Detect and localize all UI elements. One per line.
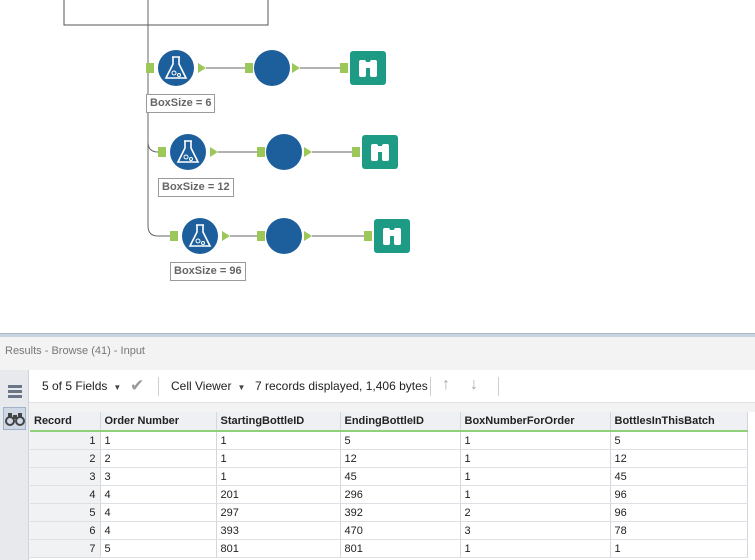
workflow-canvas[interactable]: BoxSize = 6 BoxSize = 12 BoxSize = 96 [0, 0, 755, 333]
tool-node [266, 218, 302, 254]
column-header-ending-bottle-id[interactable]: EndingBottleID [340, 412, 461, 432]
container-box [63, 0, 269, 26]
table-cell[interactable]: 1 [460, 431, 611, 450]
table-row[interactable]: 2 2 1 12 1 12 [30, 449, 748, 468]
output-anchor [198, 63, 206, 73]
table-row[interactable]: 4 4 201 296 1 96 [30, 485, 748, 504]
table-row[interactable]: 5 4 297 392 2 96 [30, 503, 748, 522]
table-cell[interactable]: 12 [340, 449, 461, 468]
table-cell[interactable]: 5 [100, 539, 217, 558]
table-cell[interactable]: 5 [340, 431, 461, 450]
table-cell[interactable]: 801 [340, 539, 461, 558]
binoculars-icon[interactable] [3, 407, 26, 430]
binoculars-glyph [4, 412, 25, 426]
column-header-bottles-in-this-batch[interactable]: BottlesInThisBatch [610, 412, 748, 432]
table-cell[interactable]: 1 [216, 449, 341, 468]
results-table: Record Order Number StartingBottleID End… [30, 412, 748, 558]
table-row[interactable]: 3 3 1 45 1 45 [30, 467, 748, 486]
formula-tool [182, 218, 218, 254]
record-number: 5 [30, 503, 101, 522]
table-cell[interactable]: 1 [610, 539, 748, 558]
column-header-starting-bottle-id[interactable]: StartingBottleID [216, 412, 341, 432]
table-cell[interactable]: 45 [340, 467, 461, 486]
table-cell[interactable]: 1 [460, 467, 611, 486]
table-cell[interactable]: 201 [216, 485, 341, 504]
table-cell[interactable]: 4 [100, 503, 217, 522]
fields-dropdown[interactable]: 5 of 5 Fields ▼ [42, 379, 121, 393]
column-header-box-number-for-order[interactable]: BoxNumberForOrder [460, 412, 611, 432]
results-toolbar: 5 of 5 Fields ▼ ✔ Cell Viewer ▼ 7 records … [29, 370, 755, 403]
workflow-diagram [63, 0, 410, 254]
table-cell[interactable]: 96 [610, 485, 748, 504]
table-cell[interactable]: 470 [340, 521, 461, 540]
results-title: Results - Browse (41) - Input [5, 345, 145, 357]
table-cell[interactable]: 393 [216, 521, 341, 540]
table-cell[interactable]: 45 [610, 467, 748, 486]
checkmark-icon[interactable]: ✔ [130, 376, 144, 396]
table-cell[interactable]: 801 [216, 539, 341, 558]
toolbar-divider [158, 377, 159, 396]
formula-tool [158, 50, 194, 86]
list-view-icon[interactable] [3, 380, 26, 403]
workflow-row-2 [158, 134, 398, 170]
header-row: Record Order Number StartingBottleID End… [30, 412, 748, 432]
toolbar-divider [430, 377, 431, 396]
record-number: 2 [30, 449, 101, 468]
tool-node [266, 134, 302, 170]
table-cell[interactable]: 1 [460, 539, 611, 558]
annotation-label: BoxSize = 96 [170, 262, 246, 281]
input-anchor [146, 63, 154, 73]
table-row[interactable]: 7 5 801 801 1 1 [30, 539, 748, 558]
results-grid: Record Order Number StartingBottleID End… [30, 412, 755, 560]
arrow-down-icon[interactable]: ↓ [470, 376, 478, 394]
table-row[interactable]: 1 1 1 5 1 5 [30, 431, 748, 450]
record-number: 7 [30, 539, 101, 558]
record-number: 4 [30, 485, 101, 504]
table-cell[interactable]: 96 [610, 503, 748, 522]
list-icon [7, 384, 22, 398]
table-cell[interactable]: 392 [340, 503, 461, 522]
records-status: 7 records displayed, 1,406 bytes [255, 379, 428, 393]
table-cell[interactable]: 78 [610, 521, 748, 540]
formula-tool [170, 134, 206, 170]
table-cell[interactable]: 4 [100, 485, 217, 504]
arrow-up-icon[interactable]: ↑ [442, 376, 450, 394]
viewer-label: Cell Viewer [171, 379, 232, 393]
table-cell[interactable]: 3 [100, 467, 217, 486]
column-header-record[interactable]: Record [30, 412, 101, 432]
table-cell[interactable]: 4 [100, 521, 217, 540]
chevron-down-icon: ▼ [237, 383, 246, 392]
table-cell[interactable]: 1 [460, 485, 611, 504]
record-number: 6 [30, 521, 101, 540]
workflow-row-3 [170, 218, 410, 254]
table-cell[interactable]: 297 [216, 503, 341, 522]
table-cell[interactable]: 1 [216, 467, 341, 486]
tool-node [254, 50, 290, 86]
table-cell[interactable]: 3 [460, 521, 611, 540]
table-cell[interactable]: 1 [100, 431, 217, 450]
record-number: 3 [30, 467, 101, 486]
annotation-label: BoxSize = 6 [146, 94, 216, 113]
results-sidebar [0, 370, 29, 560]
table-cell[interactable]: 296 [340, 485, 461, 504]
record-number: 1 [30, 431, 101, 450]
chevron-down-icon: ▼ [113, 383, 122, 392]
table-cell[interactable]: 1 [216, 431, 341, 450]
table-cell[interactable]: 1 [460, 449, 611, 468]
fields-label: 5 of 5 Fields [42, 379, 108, 393]
results-pane: Results - Browse (41) - Input 5 of 5 Fie… [0, 333, 755, 560]
table-cell[interactable]: 5 [610, 431, 748, 450]
table-cell[interactable]: 2 [100, 449, 217, 468]
table-cell[interactable]: 2 [460, 503, 611, 522]
viewer-dropdown[interactable]: Cell Viewer ▼ [171, 379, 245, 393]
column-header-order-number[interactable]: Order Number [100, 412, 217, 432]
annotation-label: BoxSize = 12 [158, 178, 234, 197]
toolbar-divider [498, 377, 499, 396]
table-row[interactable]: 6 4 393 470 3 78 [30, 521, 748, 540]
workflow-row-1 [146, 50, 386, 86]
table-cell[interactable]: 12 [610, 449, 748, 468]
splitter-bar[interactable] [0, 333, 755, 337]
